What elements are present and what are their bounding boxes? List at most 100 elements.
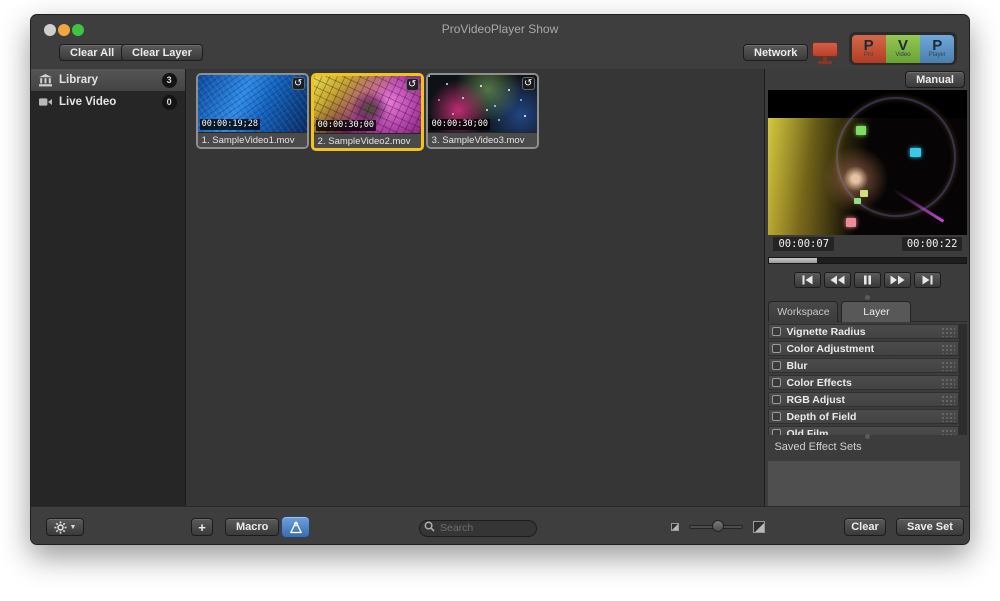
saved-effect-sets-list[interactable] [768,461,960,506]
gear-icon [54,521,67,534]
effect-label: Blur [786,360,807,372]
effect-row-depth-of-field[interactable]: Depth of Field [768,409,959,424]
network-button[interactable]: Network [743,44,808,61]
tab-layer[interactable]: Layer [841,301,911,322]
effect-row-blur[interactable]: Blur [768,358,959,373]
effect-checkbox[interactable] [772,395,781,404]
pane-splitter-handle[interactable] [865,295,870,300]
macro-button[interactable]: Macro [225,518,279,536]
drag-handle-icon[interactable] [940,343,955,354]
pause-button[interactable] [854,272,881,288]
effect-checkbox[interactable] [772,361,781,370]
sidebar-item-label: Library [59,74,98,86]
saved-effect-sets-label: Saved Effect Sets [774,441,861,453]
pvp-letter: V [898,39,908,52]
preview-panel: Manual 00:00:07 00:00:22 [764,69,969,506]
sidebar-item-library[interactable]: Library 3 [31,69,185,91]
chevron-down-icon: ▼ [70,524,77,531]
skip-to-end-icon [921,275,934,285]
content-area: Library 3 Live Video 0 ↺ 00:00:19;28 1. … [31,69,969,506]
window-title: ProVideoPlayer Show [31,22,969,36]
media-name: 3. SampleVideo3.mov [428,132,537,147]
add-button[interactable]: + [191,518,213,536]
thumbnail-size-slider-thumb[interactable] [712,520,724,532]
video-particle [856,126,866,135]
drag-handle-icon[interactable] [940,326,955,337]
media-bin-button[interactable] [281,516,310,538]
effect-label: Color Adjustment [786,343,874,355]
sidebar-item-live-video[interactable]: Live Video 0 [31,91,185,113]
actions-menu-button[interactable]: ▼ [46,518,84,536]
fast-forward-icon [890,275,905,285]
skip-to-end-button[interactable] [914,272,941,288]
sidebar-item-label: Live Video [59,96,116,108]
drag-handle-icon[interactable] [940,394,955,405]
elapsed-time: 00:00:07 [773,237,834,251]
effects-scrollbar[interactable] [959,324,967,435]
effect-row-color-adjustment[interactable]: Color Adjustment [768,341,959,356]
pvp-letter: P [864,39,874,52]
effect-row-color-effects[interactable]: Color Effects [768,375,959,390]
search-icon [424,521,435,532]
media-cell-1[interactable]: ↺ 00:00:19;28 1. SampleVideo1.mov [196,73,309,149]
media-cell-2-selected[interactable]: ↺ 00:00:30;00 2. SampleVideo2.mov [311,73,424,151]
preview-video [768,118,967,235]
inspector-tabs: Workspace Layer [768,301,967,322]
loop-icon[interactable]: ↺ [522,77,535,90]
pane-splitter-handle[interactable] [865,434,870,439]
effect-row-rgb-adjust[interactable]: RGB Adjust [768,392,959,407]
effect-checkbox[interactable] [772,344,781,353]
media-cell-3[interactable]: ↺ 00:00:30;00 3. SampleVideo3.mov [426,73,539,149]
pvp-logo-tile-pro: P Pro [852,35,886,63]
tab-workspace[interactable]: Workspace [768,301,838,322]
drag-handle-icon[interactable] [940,360,955,371]
live-video-count-badge: 0 [162,95,177,110]
playback-progress-bar[interactable] [768,257,967,264]
small-thumbnail-icon[interactable] [671,523,679,531]
hotfolder-app-icon [289,520,303,535]
effect-checkbox[interactable] [772,412,781,421]
pvp-logo-tile-video: V Video [886,35,920,63]
effects-list: Vignette Radius Color Adjustment Blur Co… [768,324,959,435]
transport-controls [768,269,967,291]
clear-all-button[interactable]: Clear All [59,44,125,61]
save-set-button[interactable]: Save Set [896,518,964,536]
display-screen-shape [812,42,838,57]
skip-to-start-button[interactable] [794,272,821,288]
display-output-icon[interactable] [810,42,840,64]
pvp-word: Pro [864,52,873,59]
effect-row-old-film[interactable]: Old Film [768,426,959,435]
effect-checkbox[interactable] [772,378,781,387]
clear-layer-button[interactable]: Clear Layer [121,44,203,61]
pvp-letter: P [932,39,942,52]
media-name: 1. SampleVideo1.mov [198,132,307,147]
video-particle [910,148,921,157]
library-count-badge: 3 [162,73,177,88]
effect-label: Vignette Radius [786,326,865,338]
effect-row-vignette-radius[interactable]: Vignette Radius [768,324,959,339]
loop-icon[interactable]: ↺ [292,77,305,90]
playback-progress-fill [769,258,816,263]
effect-checkbox[interactable] [772,429,781,435]
fast-forward-button[interactable] [884,272,911,288]
drag-handle-icon[interactable] [940,428,955,435]
search-input[interactable] [419,520,537,537]
pvp-word: Video [895,52,910,59]
rewind-button[interactable] [824,272,851,288]
video-particle [860,190,868,197]
drag-handle-icon[interactable] [940,411,955,422]
drag-handle-icon[interactable] [940,377,955,388]
pvp-word: Player [929,52,946,59]
title-bar: ProVideoPlayer Show Clear All Clear Laye… [31,15,969,69]
media-duration: 00:00:30;00 [316,120,376,131]
bottom-toolbar: ▼ + Macro Clear Save Set [31,506,969,545]
video-particle [846,218,856,227]
media-thumbnail-2: ↺ 00:00:30;00 [314,76,421,133]
effect-label: Color Effects [786,377,851,389]
pause-icon [863,275,872,285]
loop-icon[interactable]: ↺ [406,78,419,91]
effect-checkbox[interactable] [772,327,781,336]
manual-button[interactable]: Manual [905,71,965,88]
clear-effects-button[interactable]: Clear [844,518,886,536]
large-thumbnail-icon[interactable] [753,521,765,533]
